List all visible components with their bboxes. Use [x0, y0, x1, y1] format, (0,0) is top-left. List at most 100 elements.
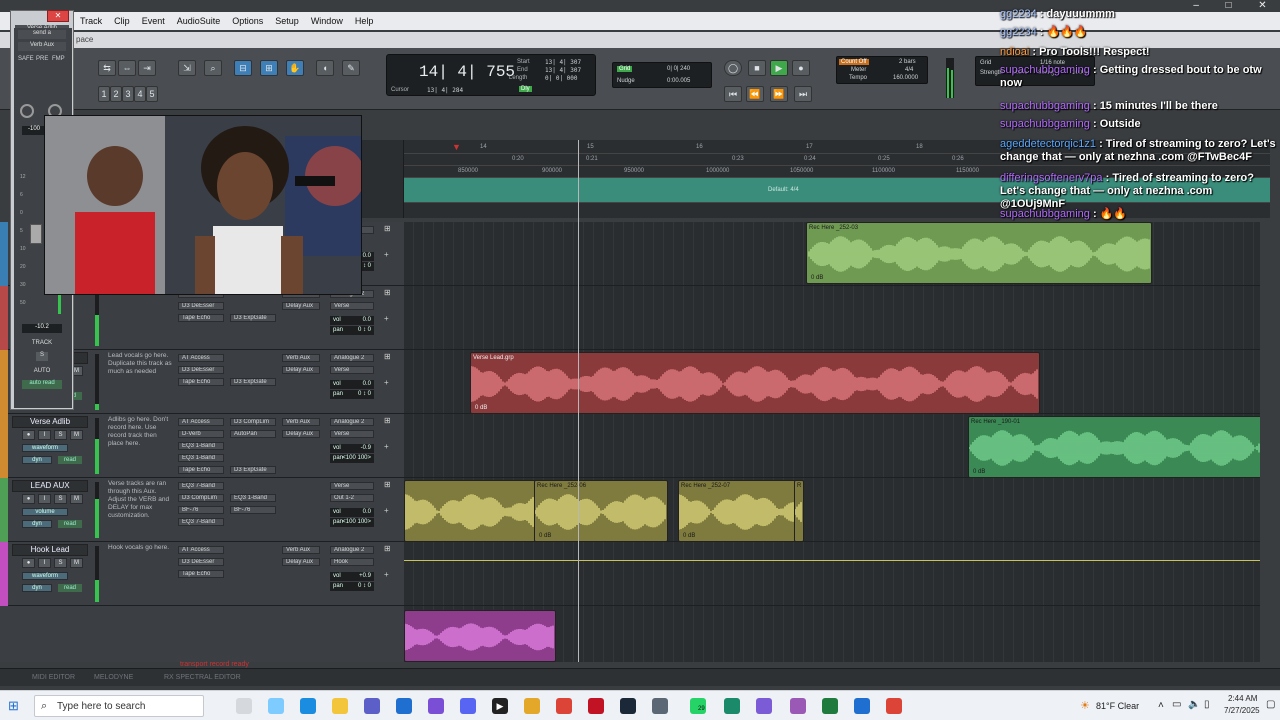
nudge-value[interactable]: 0:00.005	[667, 78, 690, 84]
audio-clip[interactable]: R	[794, 480, 804, 542]
track-color-bar[interactable]	[0, 286, 8, 350]
menu-clip[interactable]: Clip	[108, 16, 136, 26]
chat-username[interactable]: gg2234	[1000, 26, 1037, 38]
audio-clip[interactable]: Rec Here _252-03 0 dB	[806, 222, 1152, 284]
taskbar-search[interactable]: ⌕ Type here to search	[34, 695, 204, 717]
fader-value[interactable]: -10.2	[22, 324, 62, 333]
track-name[interactable]: Hook Lead	[12, 544, 88, 556]
fast-forward-button[interactable]: ⏩	[770, 86, 788, 102]
chat-username[interactable]: ndioai	[1000, 46, 1029, 58]
insert-slot[interactable]: D-Verb	[178, 430, 224, 438]
menu-window[interactable]: Window	[305, 16, 349, 26]
app-icon[interactable]	[790, 698, 806, 714]
app-icon[interactable]	[524, 698, 540, 714]
chrome-icon[interactable]	[556, 698, 572, 714]
pan-readout[interactable]: pan0 ↕ 0	[330, 326, 374, 335]
insert-slot[interactable]: BF-76	[178, 506, 224, 514]
track-header[interactable]: LEAD AUX ● I S Mvolume dyn read Verse tracks ar…	[0, 478, 404, 542]
volume-icon[interactable]: 🔈	[1188, 699, 1200, 710]
solo-button[interactable]: S	[54, 558, 67, 568]
widgets-icon[interactable]	[268, 698, 284, 714]
menu-event[interactable]: Event	[136, 16, 171, 26]
media-player-icon[interactable]: ▶	[492, 698, 508, 714]
insert-slot[interactable]: Tape Echo	[178, 314, 224, 322]
audio-clip[interactable]	[404, 610, 556, 662]
clip-gain[interactable]: 0 dB	[973, 469, 985, 475]
clip-gain[interactable]: 0 dB	[539, 533, 551, 539]
add-insert-icon[interactable]: ⊞	[384, 544, 391, 553]
insert-slot[interactable]: D3 CompLim	[178, 494, 224, 502]
insert-slot[interactable]: EQ3 1-Band	[230, 494, 276, 502]
add-insert-icon[interactable]: ⊞	[384, 416, 391, 425]
weather-icon[interactable]: ☀	[1080, 699, 1090, 712]
record-button[interactable]: ●	[792, 60, 810, 76]
record-arm-button[interactable]: ●	[22, 494, 35, 504]
rewind-button[interactable]: ⏪	[746, 86, 764, 102]
meter-value[interactable]: 4/4	[905, 67, 913, 73]
send-slot[interactable]: Delay Aux	[282, 366, 320, 374]
clip-gain[interactable]: 0 dB	[683, 533, 695, 539]
zoom-icon[interactable]: ⌕	[204, 60, 222, 76]
audio-clip[interactable]	[404, 480, 536, 542]
audio-clip[interactable]: Verse Lead.grp 0 dB	[470, 352, 1040, 414]
zoom-preset-3[interactable]: 3	[122, 86, 134, 102]
end-value[interactable]: 13| 4| 307	[545, 67, 581, 74]
play-button[interactable]: ▶	[770, 60, 788, 76]
add-track-icon[interactable]: +	[384, 442, 389, 451]
chat-username[interactable]: supachubbgaming	[1000, 64, 1090, 76]
track-view-selector[interactable]: volume	[22, 508, 68, 516]
app-icon[interactable]	[854, 698, 870, 714]
insert-slot[interactable]: AT Access	[178, 546, 224, 554]
send-slot[interactable]: Delay Aux	[282, 302, 320, 310]
grabber-tool-icon[interactable]: ✋	[286, 60, 304, 76]
battery-icon[interactable]: ▯	[1204, 699, 1210, 710]
solo-button[interactable]: S	[54, 494, 67, 504]
insert-slot[interactable]: AT Access	[178, 354, 224, 362]
audio-clip[interactable]: Rec Here _252-06 0 dB	[534, 480, 668, 542]
playhead-marker-icon[interactable]: ▼	[452, 142, 461, 152]
track-color-bar[interactable]	[0, 350, 8, 414]
excel-icon[interactable]	[822, 698, 838, 714]
add-insert-icon[interactable]: ⊞	[384, 288, 391, 297]
zoom-preset-2[interactable]: 2	[110, 86, 122, 102]
send-slot[interactable]: Verb Aux	[282, 354, 320, 362]
close-icon[interactable]: ✕	[47, 10, 69, 22]
insert-slot[interactable]: BF-76	[230, 506, 276, 514]
network-icon[interactable]: ▭	[1172, 699, 1181, 710]
edit-area[interactable]: Rec Here _252-03 0 dB Verse Lead.grp 0 d…	[404, 222, 1260, 662]
insert-slot[interactable]: Tape Echo	[178, 466, 224, 474]
menu-setup[interactable]: Setup	[269, 16, 305, 26]
chat-username[interactable]: supachubbgaming	[1000, 118, 1090, 130]
main-counter[interactable]: 14| 4| 755 Start End Length 13| 4| 307 1…	[386, 54, 596, 96]
edge-icon[interactable]	[300, 698, 316, 714]
insert-slot[interactable]: AT Access	[178, 418, 224, 426]
insert-slot[interactable]: D3 ExpGate	[230, 314, 276, 322]
automation-button[interactable]: AUTO	[22, 368, 62, 374]
tab-rx-spectral-editor[interactable]: RX SPECTRAL EDITOR	[164, 674, 241, 681]
insert-slot[interactable]: D3 ExpGate	[230, 466, 276, 474]
steam-icon[interactable]	[620, 698, 636, 714]
pan-readout[interactable]: pan0 ↕ 0	[330, 582, 374, 591]
menu-options[interactable]: Options	[226, 16, 269, 26]
insert-slot[interactable]: Tape Echo	[178, 378, 224, 386]
chat-username[interactable]: supachubbgaming	[1000, 100, 1090, 112]
input-monitor-button[interactable]: I	[38, 558, 51, 568]
volume-readout[interactable]: vol0.0	[330, 508, 374, 517]
add-insert-icon[interactable]: ⊞	[384, 480, 391, 489]
clock-time[interactable]: 2:44 AM	[1228, 694, 1257, 703]
record-arm-button[interactable]: ●	[22, 430, 35, 440]
stop-button[interactable]: ■	[748, 60, 766, 76]
add-insert-icon[interactable]: ⊞	[384, 352, 391, 361]
track-lane[interactable]	[404, 542, 1260, 606]
input-monitor-button[interactable]: I	[38, 430, 51, 440]
shuffle-mode-button[interactable]: ⇆	[98, 60, 116, 76]
zoom-preset-button[interactable]: ⇲	[178, 60, 196, 76]
notifications-icon[interactable]: ▢	[1266, 699, 1275, 710]
output-selector[interactable]: Verse	[330, 482, 374, 490]
loop-playback-icon[interactable]: ◯	[724, 60, 742, 76]
app-icon[interactable]	[756, 698, 772, 714]
audio-clip[interactable]: Rec Here _190-01 0 dB	[968, 416, 1260, 478]
volume-readout[interactable]: vol -0.9	[330, 444, 374, 453]
chat-username[interactable]: gg2234	[1000, 8, 1037, 20]
fmp-button[interactable]: FMP	[52, 56, 65, 62]
